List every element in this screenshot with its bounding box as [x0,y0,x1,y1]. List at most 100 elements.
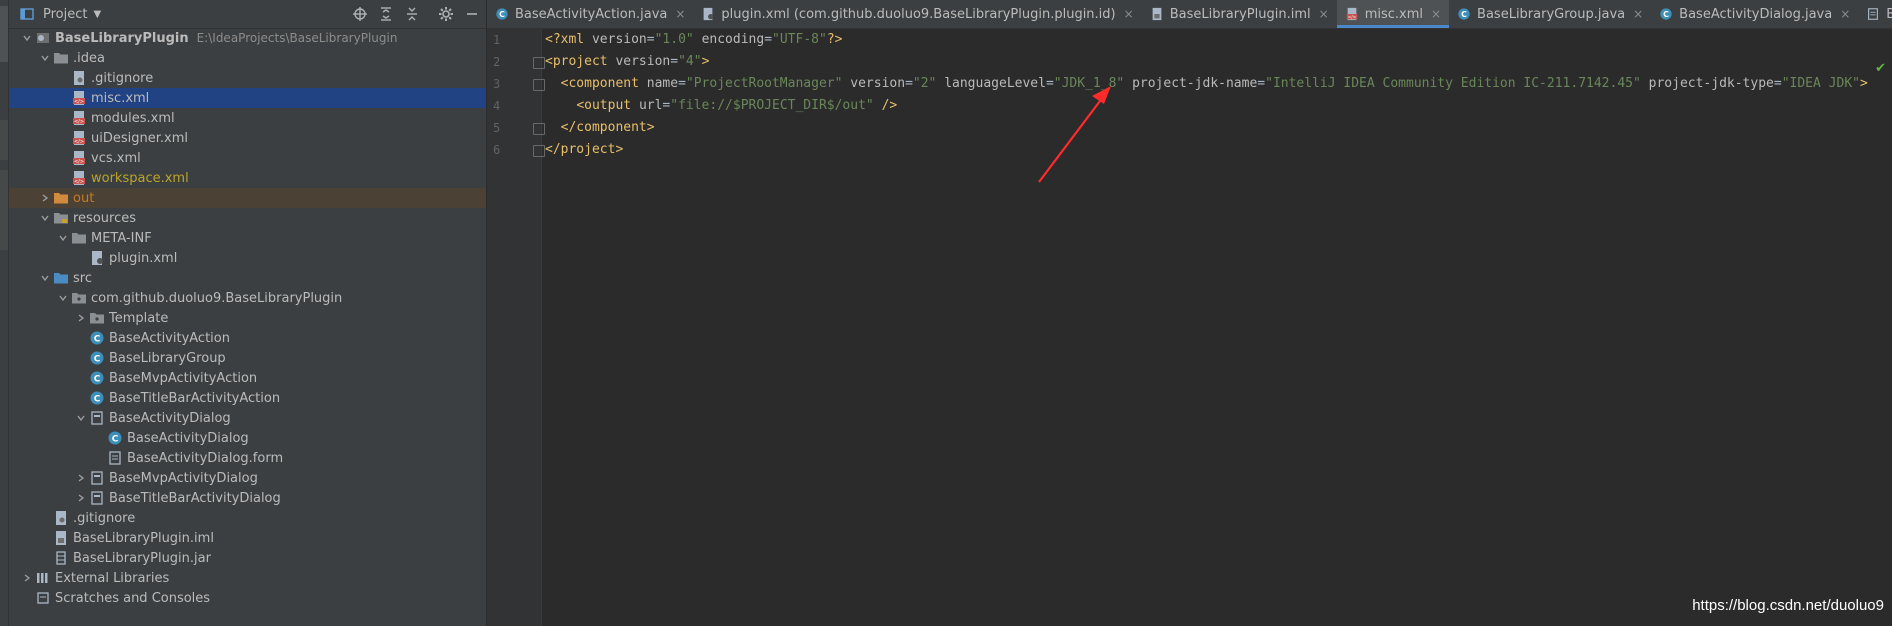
close-icon[interactable]: × [1633,7,1643,21]
close-icon[interactable]: × [675,7,685,21]
editor-tab[interactable]: </> misc.xml × [1336,0,1450,28]
tree-item[interactable]: </> modules.xml [9,108,486,128]
svg-text:C: C [94,355,101,365]
structure-tool-tab[interactable] [0,170,8,250]
tree-item[interactable]: BaseLibraryPlugin E:\IdeaProjects\BaseLib… [9,28,486,48]
tree-item[interactable]: </> uiDesigner.xml [9,128,486,148]
chevron-right-icon[interactable] [73,473,89,483]
tree-item[interactable]: C BaseActivityAction [9,328,486,348]
project-tool-tab[interactable] [0,6,8,62]
tree-item[interactable]: C BaseActivityDialog [9,428,486,448]
code-token: = [905,76,913,91]
tree-item[interactable]: External Libraries [9,568,486,588]
tree-item[interactable]: BaseActivityDialog.form [9,448,486,468]
chevron-down-icon[interactable] [73,413,89,423]
tree-item-label: Template [109,310,169,326]
inspection-ok-icon[interactable]: ✔ [1875,61,1886,76]
code-area[interactable]: 123456 <?xml version="1.0" encoding="UTF… [487,29,1892,626]
editor-tab-label: plugin.xml (com.github.duoluo9.BaseLibra… [721,6,1116,22]
tree-item[interactable]: </> misc.xml [9,88,486,108]
tree-item[interactable]: BaseLibraryPlugin.iml [9,528,486,548]
code-token: "4" [678,54,702,69]
tree-item[interactable]: </> vcs.xml [9,148,486,168]
chevron-down-icon[interactable] [19,33,35,43]
tree-item-label: BaseActivityAction [109,330,230,346]
fold-marker-icon[interactable] [533,123,545,135]
tree-item[interactable]: BaseMvpActivityDialog [9,468,486,488]
code-line[interactable]: </component> [545,117,1892,139]
fold-marker-icon[interactable] [533,145,545,157]
tree-item[interactable]: Scratches and Consoles [9,588,486,608]
code-token: version [615,54,671,69]
close-icon[interactable]: × [1431,7,1441,21]
form-file-icon [1866,7,1880,21]
code-token: = [678,76,686,91]
collapse-all-icon[interactable] [402,4,422,24]
tree-item-label: BaseActivityDialog.form [127,450,284,466]
project-view-title[interactable]: Project [43,7,87,22]
package-icon [71,290,87,306]
minimize-icon[interactable] [462,4,482,24]
code-line[interactable]: <component name="ProjectRootManager" ver… [545,73,1892,95]
close-icon[interactable]: × [1124,7,1134,21]
class-icon: C [1659,7,1673,21]
locate-icon[interactable] [350,4,370,24]
project-path: E:\IdeaProjects\BaseLibraryPlugin [196,31,398,45]
close-icon[interactable]: × [1840,7,1850,21]
tree-item[interactable]: plugin.xml [9,248,486,268]
chevron-down-icon[interactable] [37,213,53,223]
line-number-gutter: 123456 [487,29,545,626]
editor-tabs: C BaseActivityAction.java × plugin.xml (com… [487,0,1892,29]
gear-icon[interactable] [436,4,456,24]
chevron-down-icon[interactable] [37,53,53,63]
editor-tab[interactable]: C BaseActivityAction.java × [487,0,693,28]
editor-tab-label: BaseLibraryGroup.java [1477,6,1626,22]
fold-marker-icon[interactable] [533,57,545,69]
tree-item[interactable]: out [9,188,486,208]
editor-tab[interactable]: plugin.xml (com.github.duoluo9.BaseLibra… [693,0,1141,28]
code-line[interactable]: <project version="4"> [545,51,1892,73]
tree-item[interactable]: </> workspace.xml [9,168,486,188]
tree-item[interactable]: BaseActivityDialog [9,408,486,428]
tree-item[interactable]: .idea [9,48,486,68]
tree-item[interactable]: BaseTitleBarActivityDialog [9,488,486,508]
fold-marker-icon[interactable] [533,79,545,91]
tree-item-label: plugin.xml [109,250,178,266]
tree-item-label: BaseTitleBarActivityDialog [109,490,281,506]
chevron-right-icon[interactable] [73,493,89,503]
line-number: 4 [493,99,501,113]
code-line[interactable]: <output url="file://$PROJECT_DIR$/out" /… [545,95,1892,117]
tree-item[interactable]: .gitignore [9,68,486,88]
tree-item[interactable]: BaseLibraryPlugin.jar [9,548,486,568]
editor-tab[interactable]: C BaseLibraryGroup.java × [1449,0,1651,28]
code-line[interactable]: <?xml version="1.0" encoding="UTF-8"?> [545,29,1892,51]
tree-item[interactable]: META-INF [9,228,486,248]
chevron-down-icon[interactable] [37,273,53,283]
tree-item[interactable]: src [9,268,486,288]
tree-item[interactable]: C BaseLibraryGroup [9,348,486,368]
commit-tool-tab[interactable] [0,120,8,160]
tree-item[interactable]: .gitignore [9,508,486,528]
tree-item[interactable]: C BaseMvpActivityAction [9,368,486,388]
tree-item[interactable]: C BaseTitleBarActivityAction [9,388,486,408]
chevron-down-icon[interactable] [55,233,71,243]
chevron-down-icon[interactable] [55,293,71,303]
editor-tab[interactable]: BaseLibraryPlugin.iml × [1142,0,1337,28]
editor-tab[interactable]: C BaseActivityDialog.java × [1651,0,1858,28]
chevron-right-icon[interactable] [37,193,53,203]
tree-item-label: BaseLibraryPlugin.iml [73,530,214,546]
tree-item[interactable]: com.github.duoluo9.BaseLibraryPlugin [9,288,486,308]
chevron-down-icon[interactable]: ▼ [93,9,101,20]
code-token: = [1773,76,1782,91]
tree-item[interactable]: resources [9,208,486,228]
chevron-right-icon[interactable] [19,573,35,583]
close-icon[interactable]: × [1319,7,1329,21]
code-token: "IDEA JDK" [1781,76,1860,91]
code-line[interactable]: </project> [545,139,1892,161]
code-token: project-jdk-type [1648,76,1774,91]
tree-item[interactable]: Template [9,308,486,328]
editor-tab[interactable]: BaseActivityDialog.form [1858,0,1892,28]
code-lines[interactable]: <?xml version="1.0" encoding="UTF-8"?> <p… [545,29,1892,161]
chevron-right-icon[interactable] [73,313,89,323]
expand-all-icon[interactable] [376,4,396,24]
